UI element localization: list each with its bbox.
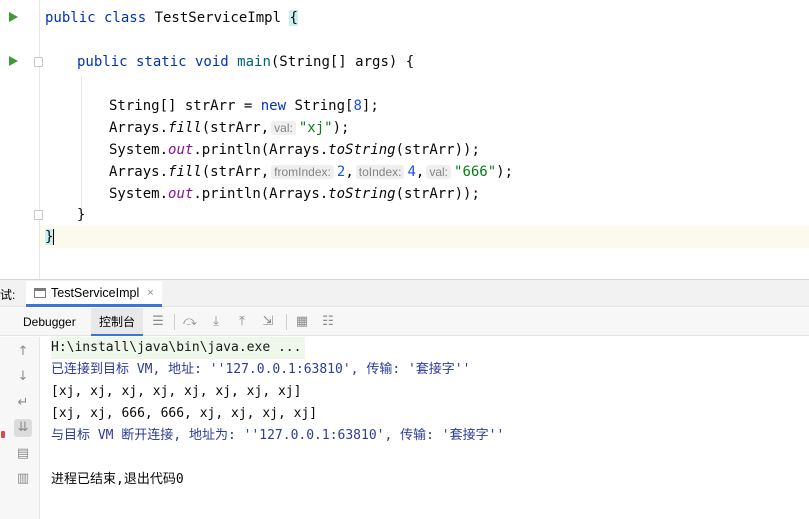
console-line-output: [xj, xj, xj, xj, xj, xj, xj, xj] (51, 384, 302, 399)
print-icon[interactable]: ▤ (14, 445, 32, 463)
param-hint: val: (271, 121, 296, 135)
evaluate-expression-icon[interactable]: ▦ (294, 314, 310, 330)
step-over-icon[interactable]: ⤼ (182, 314, 198, 330)
console-line-connected: 已连接到目标 VM, 地址: ''127.0.0.1:63810', 传输: '… (51, 362, 471, 377)
code-line-print-1: System.out.println(Arrays.toString(strAr… (109, 142, 480, 158)
trace-icon[interactable]: ☷ (320, 314, 336, 330)
console-line-output: [xj, xj, 666, 666, xj, xj, xj, xj] (51, 406, 318, 421)
tool-window-title: 试: (0, 288, 16, 302)
console-line-exit: 进程已结束,退出代码0 (51, 472, 184, 487)
console-line-disconnected: 与目标 VM 断开连接, 地址为: ''127.0.0.1:63810', 传输… (51, 428, 505, 443)
run-to-cursor-icon[interactable]: ⇲ (260, 314, 276, 330)
run-main-icon[interactable] (9, 56, 18, 66)
run-config-tab[interactable]: TestServiceImpl × (26, 281, 162, 307)
run-config-tab-label: TestServiceImpl (51, 285, 140, 300)
tool-window-header: 试: TestServiceImpl × (0, 280, 809, 307)
step-into-icon[interactable]: ⤓ (208, 314, 224, 330)
debug-tool-window: 试: TestServiceImpl × Debugger 控制台 ☰ ⤼ ⤓ … (0, 279, 809, 519)
code-line-fill-all: Arrays.fill(strArr, val: "xj"); (109, 120, 350, 136)
tab-console[interactable]: 控制台 (91, 308, 144, 336)
code-line-fill-range: Arrays.fill(strArr, fromIndex: 2, toIndex: 4… (109, 164, 514, 180)
fold-icon[interactable] (34, 57, 43, 67)
param-hint: toIndex: (355, 165, 405, 179)
menu-icon[interactable]: ☰ (150, 314, 166, 330)
console-line-command: H:\install\java\bin\java.exe ... (51, 337, 306, 359)
code-line-main-declaration: public static void main(String[] args) { (77, 54, 415, 70)
debug-tabs-toolbar: Debugger 控制台 ☰ ⤼ ⤓ ⤒ ⇲ ▦ ☷ (0, 308, 809, 336)
code-line-print-2: System.out.println(Arrays.toString(strAr… (109, 186, 480, 202)
run-class-icon[interactable] (9, 12, 18, 22)
arrow-up-icon[interactable]: ↑ (14, 343, 32, 361)
editor-gutter (0, 0, 40, 279)
code-line-close-class: } (45, 229, 55, 245)
fold-icon[interactable] (34, 210, 43, 220)
indent-guide (81, 76, 82, 208)
breakpoint-marker (1, 431, 5, 438)
param-hint: fromIndex: (271, 165, 334, 179)
toolbar-divider (286, 314, 287, 330)
tab-debugger[interactable]: Debugger (15, 308, 84, 336)
close-icon[interactable]: × (147, 287, 153, 299)
code-editor[interactable]: public class TestServiceImpl { public st… (0, 0, 809, 279)
param-hint: val: (426, 165, 452, 179)
text-caret (53, 229, 55, 245)
trash-icon[interactable]: ▥ (14, 470, 32, 488)
code-line-array-init: String[] strArr = new String[8]; (109, 98, 379, 114)
console-side-toolbar: ↑ ↓ ↵ ⇊ ▤ ▥ (0, 337, 40, 519)
soft-wrap-icon[interactable]: ↵ (14, 394, 32, 412)
window-icon (34, 287, 46, 298)
code-line-close-method: } (77, 207, 86, 223)
arrow-down-icon[interactable]: ↓ (14, 368, 32, 386)
console-output[interactable]: H:\install\java\bin\java.exe ... 已连接到目标 … (41, 337, 809, 519)
current-line-highlight (0, 226, 809, 248)
toolbar-divider (174, 314, 175, 330)
code-line-class-declaration: public class TestServiceImpl { (45, 10, 298, 26)
scroll-to-end-icon[interactable]: ⇊ (14, 419, 32, 437)
step-out-icon[interactable]: ⤒ (234, 314, 250, 330)
